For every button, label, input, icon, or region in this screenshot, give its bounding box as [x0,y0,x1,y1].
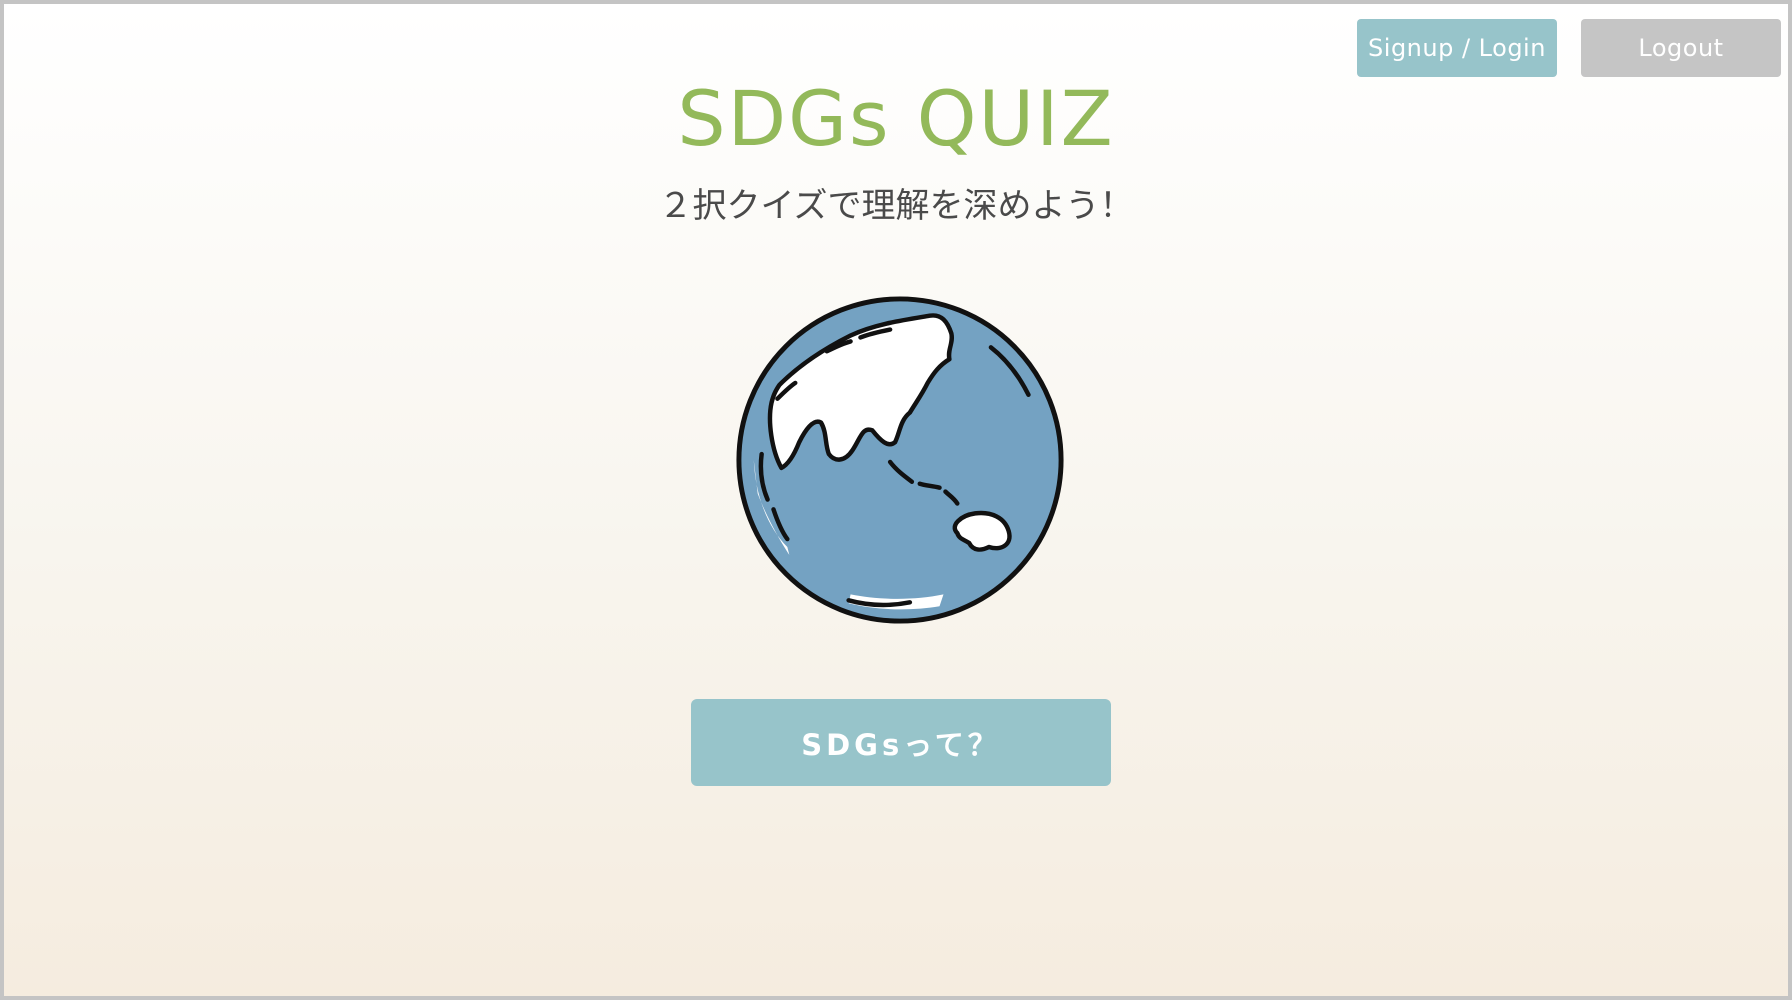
page-subtitle: ２択クイズで理解を深めよう！ [658,186,1134,226]
page-title: SDGs QUIZ [677,74,1115,163]
about-sdgs-button[interactable]: SDGsって？ [691,699,1111,786]
logout-button[interactable]: Logout [1581,19,1781,77]
app-window: Signup / Login Logout SDGs QUIZ ２択クイズで理解… [0,0,1792,1000]
signup-login-button[interactable]: Signup / Login [1357,19,1557,77]
globe-icon [736,296,1064,624]
